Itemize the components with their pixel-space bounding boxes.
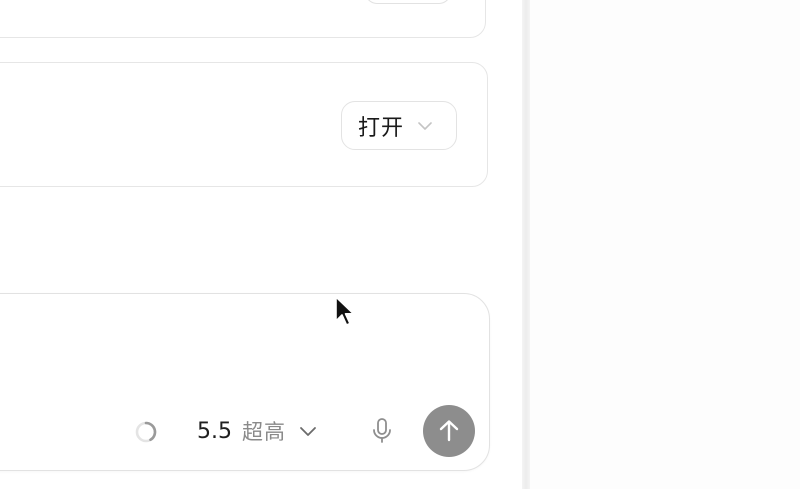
side-pane [530, 0, 800, 489]
settings-card: 打开 [0, 62, 488, 187]
settings-card-partial [0, 0, 486, 38]
message-composer[interactable]: 5.5 超高 [0, 293, 490, 471]
model-selector[interactable]: 5.5 超高 [197, 416, 318, 446]
setting-select[interactable]: 打开 [341, 101, 457, 150]
main-pane: 打开 5.5 超高 [0, 0, 522, 489]
loading-spinner-icon [135, 421, 157, 443]
previous-select-pill[interactable] [365, 0, 451, 4]
setting-select-value: 打开 [358, 115, 405, 141]
pane-divider[interactable] [522, 0, 530, 489]
arrow-up-icon [439, 420, 459, 442]
microphone-icon[interactable] [370, 417, 394, 445]
model-level: 超高 [242, 420, 286, 444]
model-version: 5.5 [197, 418, 232, 444]
chevron-down-icon [300, 427, 316, 436]
chevron-down-icon [418, 121, 432, 130]
app-window: 打开 5.5 超高 [0, 0, 800, 489]
send-button[interactable] [423, 405, 475, 457]
